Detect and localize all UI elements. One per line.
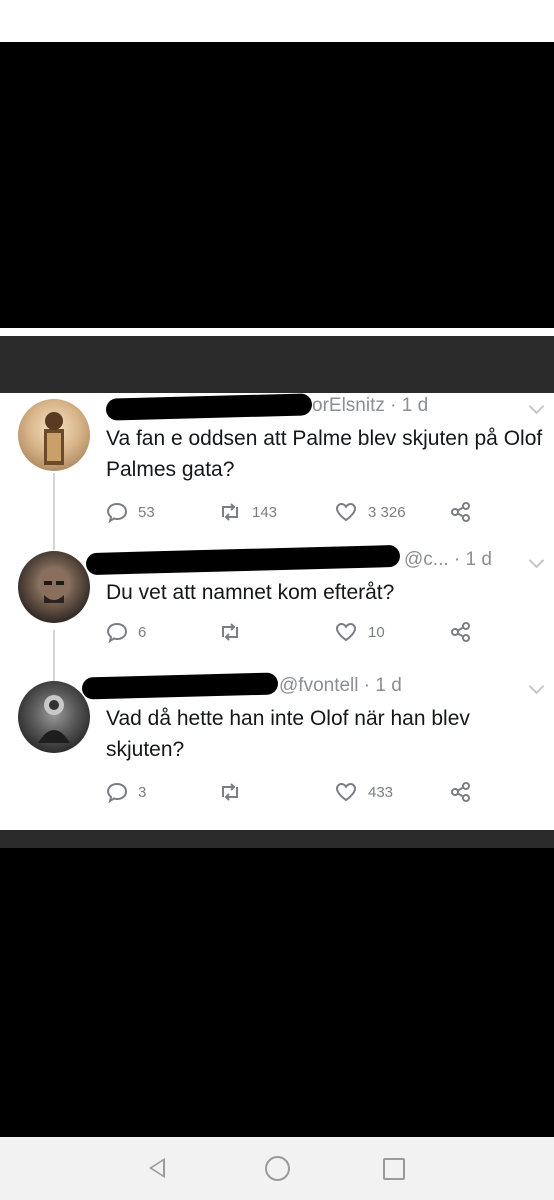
reply-button[interactable]: 6: [106, 619, 146, 645]
retweet-icon: [222, 623, 238, 641]
tweet-text: Vad då hette han inte Olof när han blev …: [106, 707, 470, 761]
user-handle[interactable]: @c...: [404, 549, 449, 570]
like-button[interactable]: 3 326: [334, 499, 406, 525]
retweet-count: 143: [252, 503, 278, 521]
retweet-icon: [222, 503, 238, 521]
avatar-figure-icon: [38, 695, 70, 743]
like-button[interactable]: 433: [334, 779, 393, 805]
home-circle-icon[interactable]: [265, 1156, 290, 1181]
dark-band-top: [0, 336, 554, 393]
retweet-icon: [222, 783, 238, 801]
retweet-button[interactable]: [218, 779, 242, 805]
heart-icon: [335, 622, 357, 642]
dark-band-bottom: [0, 830, 554, 848]
tweet-header: @c... · 1 d: [404, 547, 492, 573]
black-frame-bottom: [0, 848, 554, 1137]
avatar[interactable]: [18, 551, 90, 623]
avatar[interactable]: [18, 399, 90, 471]
tweet-text: Du vet att namnet kom efteråt?: [106, 581, 395, 604]
black-frame-top: [0, 42, 554, 328]
share-button[interactable]: [450, 779, 472, 805]
tweet-time: · 1 d: [390, 395, 429, 416]
avatar-face-icon: [40, 567, 68, 603]
tweet-actions: 3 433: [106, 779, 546, 805]
back-triangle-icon[interactable]: [149, 1158, 165, 1178]
chevron-down-icon[interactable]: [528, 678, 545, 695]
heart-icon: [335, 502, 357, 522]
redaction-mark: [105, 393, 313, 421]
chevron-down-icon[interactable]: [528, 398, 545, 415]
share-button[interactable]: [450, 499, 472, 525]
reply-icon: [106, 622, 128, 643]
tweet-thread: orElsnitz · 1 d Va fan e oddsen att Palm…: [0, 393, 554, 830]
tweet-time: · 1 d: [363, 675, 402, 696]
tweet-header: orElsnitz · 1 d: [312, 393, 428, 419]
redaction-mark: [85, 544, 401, 576]
retweet-button[interactable]: 143: [218, 499, 277, 525]
like-count: 3 326: [368, 503, 406, 521]
retweet-button[interactable]: [218, 619, 242, 645]
redaction-mark: [81, 672, 279, 700]
like-button[interactable]: 10: [334, 619, 385, 645]
avatar-figure-icon: [44, 412, 64, 465]
tweet-time: · 1 d: [453, 549, 492, 570]
tweet-header: @fvontell · 1 d: [279, 673, 402, 699]
share-button[interactable]: [450, 619, 472, 645]
reply-button[interactable]: 3: [106, 779, 146, 805]
user-handle[interactable]: @fvontell: [279, 675, 359, 696]
reply-button[interactable]: 53: [106, 499, 155, 525]
share-icon: [451, 502, 470, 522]
tweet-3[interactable]: @fvontell · 1 d Vad då hette han inte Ol…: [0, 672, 554, 823]
reply-icon: [106, 782, 128, 803]
tweet-1[interactable]: orElsnitz · 1 d Va fan e oddsen att Palm…: [0, 393, 554, 533]
like-count: 10: [368, 623, 385, 641]
tweet-actions: 6 10: [106, 619, 546, 645]
share-icon: [451, 622, 470, 642]
reply-count: 6: [138, 623, 147, 641]
user-handle[interactable]: orElsnitz: [312, 395, 385, 416]
reply-icon: [106, 502, 128, 523]
tweet-2[interactable]: @c... · 1 d Du vet att namnet kom efterå…: [0, 543, 554, 663]
avatar[interactable]: [18, 681, 90, 753]
share-icon: [451, 782, 470, 802]
tweet-text: Va fan e oddsen att Palme blev skjuten p…: [106, 427, 543, 481]
reply-count: 53: [138, 503, 155, 521]
heart-icon: [335, 782, 357, 802]
status-bar: [0, 0, 554, 42]
divider: [0, 328, 554, 336]
like-count: 433: [368, 783, 394, 801]
chevron-down-icon[interactable]: [528, 552, 545, 569]
reply-count: 3: [138, 783, 147, 801]
recents-square-icon[interactable]: [383, 1158, 405, 1180]
tweet-actions: 53 143 3 326: [106, 499, 546, 525]
